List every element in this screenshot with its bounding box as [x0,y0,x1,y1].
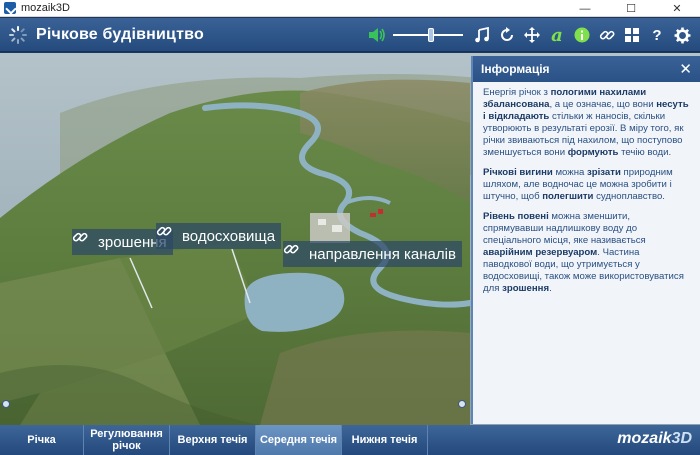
info-panel-header: Інформація ✕ [473,56,700,82]
minimize-button[interactable]: — [562,0,608,17]
link-icon [283,244,305,263]
reset-rotation-icon[interactable] [497,25,517,45]
brand-logo: mozaik3D [617,430,692,448]
scene-label-text: направлення каналів [309,245,456,263]
info-emphasis: пологими нахилами збалансована [483,87,647,110]
toolbar: a ? [362,18,692,52]
info-emphasis: Рівень повені [483,211,549,222]
scene-label-channel[interactable]: направлення каналів [283,241,462,267]
settings-gear-icon[interactable] [672,25,692,45]
volume-icon[interactable] [367,25,387,45]
move-icon[interactable] [522,25,542,45]
close-window-button[interactable]: ✕ [654,0,700,17]
rotate-right-handle[interactable] [458,400,466,408]
app-logo-icon [4,2,16,14]
grid-menu-icon[interactable] [622,25,642,45]
info-panel-body: Енергія річок з пологими нахилами збалан… [473,82,700,295]
window-titlebar: mozaik3D — ☐ ✕ [0,0,700,17]
tab-lower-course[interactable]: Нижня течія [342,425,428,455]
link-icon [72,232,94,251]
info-paragraph: Рівень повені можна зменшити, спрямувавш… [483,211,684,294]
info-paragraph: Енергія річок з пологими нахилами збалан… [483,87,689,158]
volume-slider-thumb[interactable] [428,28,435,42]
info-emphasis: зрошення [502,283,550,294]
app-header: Річкове будівництво a ? [0,18,700,52]
info-panel: Інформація ✕ Енергія річок з пологими на… [471,56,700,424]
info-emphasis: Річкові вигини [483,167,553,178]
text-labels-icon[interactable]: a [547,25,567,46]
music-icon[interactable] [472,25,492,45]
maximize-button[interactable]: ☐ [608,0,654,17]
info-panel-title: Інформація [481,62,550,76]
brand-suffix: 3D [671,430,692,447]
close-icon[interactable]: ✕ [679,60,692,78]
tab-river[interactable]: Річка [0,425,84,455]
volume-slider[interactable] [393,25,463,45]
brand-main: mozaik [617,430,672,447]
loading-spinner-icon [8,25,28,45]
info-icon[interactable] [572,25,592,45]
window-controls: — ☐ ✕ [562,0,700,17]
scene-label-reservoir[interactable]: водосховища [156,223,282,249]
window-title: mozaik3D [21,2,70,14]
info-emphasis: полегшити [542,191,594,202]
tab-middle-course[interactable]: Середня течія [256,425,342,455]
tab-upper-course[interactable]: Верхня течія [170,425,256,455]
info-emphasis: формують [567,147,619,158]
info-emphasis: зрізати [587,167,621,178]
info-emphasis: аварійним резервуаром [483,247,598,258]
rotate-left-handle[interactable] [2,400,10,408]
bottom-nav: Річка Регулювання річок Верхня течія Сер… [0,425,700,455]
tab-river-regulation[interactable]: Регулювання річок [84,425,170,455]
page-title: Річкове будівництво [36,25,204,43]
link-icon[interactable] [597,25,617,45]
link-icon [156,226,178,245]
scene-label-text: водосховища [182,227,276,245]
help-icon[interactable]: ? [647,25,667,45]
info-paragraph: Річкові вигини можна зрізати природним ш… [483,167,673,202]
